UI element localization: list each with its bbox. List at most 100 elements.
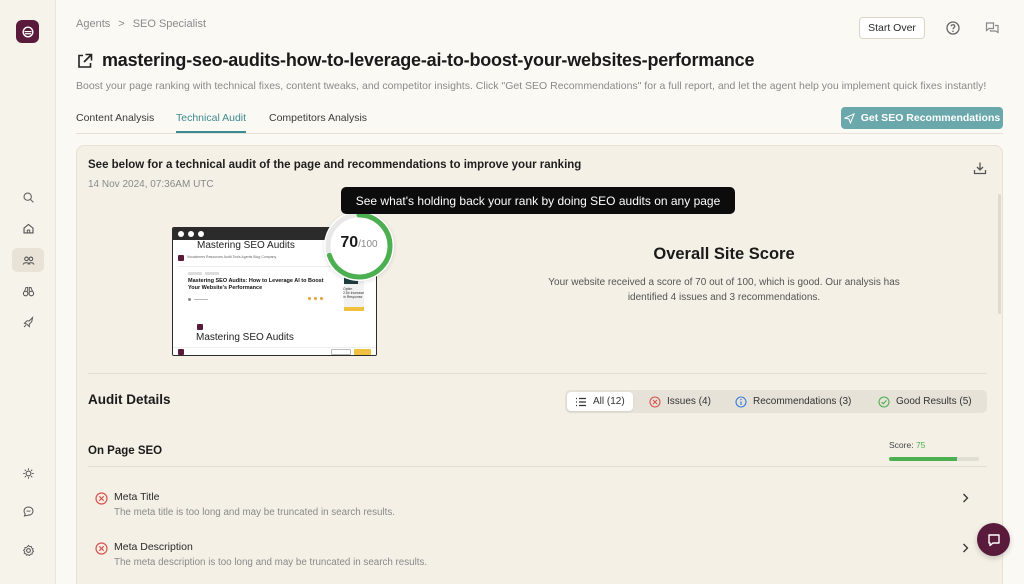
thumbnail-bottom-title: Mastering SEO Audits [196, 332, 294, 343]
sidebar-explore[interactable] [12, 279, 44, 303]
chat-bubbles-icon [985, 22, 999, 34]
page-title: mastering-seo-audits-how-to-leverage-ai-… [102, 50, 755, 70]
overall-score-text: Your website received a score of 70 out … [548, 277, 900, 303]
info-circle-icon [735, 395, 747, 408]
x-circle-icon [95, 492, 108, 505]
audit-item-title: Meta Description [114, 541, 193, 553]
download-icon [973, 162, 987, 175]
thumbnail-social-icon [314, 297, 317, 300]
filter-good-results[interactable]: Good Results (5) [870, 392, 980, 411]
list-icon [576, 397, 586, 406]
breadcrumb-separator: > [118, 18, 125, 30]
thumbnail-site-logo [178, 255, 184, 261]
users-icon [22, 256, 34, 265]
chat-icon [987, 533, 1000, 546]
breadcrumb-current: SEO Specialist [132, 18, 207, 30]
audit-item-meta-description[interactable]: Meta Description The meta description is… [95, 541, 975, 571]
score-max: /100 [358, 239, 378, 250]
thumbnail-social-icon [308, 297, 311, 300]
page-title-row: mastering-seo-audits-how-to-leverage-ai-… [76, 50, 754, 71]
section-score-bar [889, 457, 979, 461]
tab-competitors-analysis[interactable]: Competitors Analysis [269, 112, 367, 131]
audit-panel: See below for a technical audit of the p… [76, 145, 1003, 584]
section-score-fill [889, 457, 957, 461]
external-link-icon[interactable] [76, 52, 94, 70]
download-button[interactable] [973, 161, 987, 175]
send-icon [843, 112, 855, 124]
page-subtitle: Boost your page ranking with technical f… [76, 80, 987, 92]
tab-technical-audit[interactable]: Technical Audit [176, 112, 247, 133]
sidebar-agents[interactable] [12, 248, 44, 272]
thumbnail-author-avatar [188, 298, 191, 301]
chat-widget-button[interactable] [977, 523, 1010, 556]
filter-good-results-label: Good Results (5) [896, 396, 972, 407]
sidebar-launch[interactable] [12, 310, 44, 334]
filter-recommendations[interactable]: Recommendations (3) [727, 392, 859, 411]
filter-all-label: All (12) [593, 396, 625, 407]
section-title-on-page-seo: On Page SEO [88, 445, 163, 457]
audit-item-description: The meta description is too long and may… [114, 557, 428, 568]
audit-details-title: Audit Details [88, 392, 171, 407]
logo-icon [21, 25, 34, 38]
message-icon [23, 506, 33, 517]
thumbnail-tag [205, 272, 219, 275]
x-circle-icon [649, 395, 661, 408]
gear-icon [22, 544, 34, 556]
panel-heading: See below for a technical audit of the p… [88, 159, 582, 171]
tab-content-analysis[interactable]: Content Analysis [76, 112, 154, 131]
overall-score-title: Overall Site Score [653, 245, 795, 263]
thumbnail-site-logo [197, 324, 203, 330]
breadcrumb-agents[interactable]: Agents [76, 18, 110, 30]
thumbnail-signup [354, 349, 371, 355]
sidebar-home[interactable] [12, 216, 44, 240]
get-seo-recommendations-button[interactable]: Get SEO Recommendations [841, 107, 1003, 129]
section-score: Score: 75 [889, 440, 925, 450]
browser-dot [178, 231, 184, 237]
app-logo[interactable] [16, 20, 39, 43]
binoculars-icon [22, 286, 34, 296]
search-icon [22, 191, 34, 203]
filter-issues-label: Issues (4) [667, 396, 711, 407]
panel-scrollbar[interactable] [998, 194, 1001, 314]
seo-button-label: Get SEO Recommendations [860, 112, 1001, 124]
x-circle-icon [95, 542, 108, 555]
section-divider [88, 373, 987, 374]
thumbnail-headline: Mastering SEO Audits: How to Leverage AI… [188, 278, 324, 291]
audit-item-meta-title[interactable]: Meta Title The meta title is too long an… [95, 491, 975, 521]
breadcrumb: Agents > SEO Specialist [76, 18, 206, 30]
sidebar-feedback[interactable] [12, 499, 44, 523]
rocket-icon [23, 315, 33, 328]
browser-dot [188, 231, 194, 237]
sidebar [0, 0, 56, 584]
audit-item-title: Meta Title [114, 491, 160, 503]
sidebar-search[interactable] [12, 185, 44, 209]
chevron-right-icon[interactable] [959, 542, 971, 554]
browser-dot [198, 231, 204, 237]
section-score-label: Score: [889, 440, 914, 450]
thumbnail-author [194, 299, 208, 300]
score-number: 70 [340, 234, 359, 251]
thumbnail-social-icon [320, 297, 323, 300]
chevron-right-icon[interactable] [959, 492, 971, 504]
audit-filter-group: All (12) Issues (4) Recommendations (3) … [565, 390, 987, 413]
home-icon [22, 223, 34, 234]
panel-date: 14 Nov 2024, 07:36AM UTC [88, 179, 214, 190]
thumbnail-site-logo [178, 349, 184, 355]
thumbnail-card-text: Optim 2.5x Increase in Response [343, 287, 365, 299]
sidebar-theme[interactable] [12, 461, 44, 485]
score-gauge: 70/100 [324, 211, 394, 281]
thumbnail-tag [188, 272, 202, 275]
thumbnail-card-button [344, 307, 364, 311]
chat-history-button[interactable] [984, 20, 1000, 36]
filter-all[interactable]: All (12) [567, 392, 633, 411]
score-value: 70/100 [324, 234, 394, 252]
start-over-button[interactable]: Start Over [859, 17, 925, 39]
thumbnail-nav: Vocalzmers Resources Audit Tools Agents … [187, 255, 277, 259]
thumbnail-book-demo [331, 349, 351, 355]
filter-issues[interactable]: Issues (4) [641, 392, 719, 411]
help-button[interactable] [945, 20, 961, 36]
section-score-value: 75 [915, 440, 926, 450]
section-divider [88, 466, 987, 467]
sidebar-settings[interactable] [12, 538, 44, 562]
audit-item-description: The meta title is too long and may be tr… [114, 507, 395, 518]
